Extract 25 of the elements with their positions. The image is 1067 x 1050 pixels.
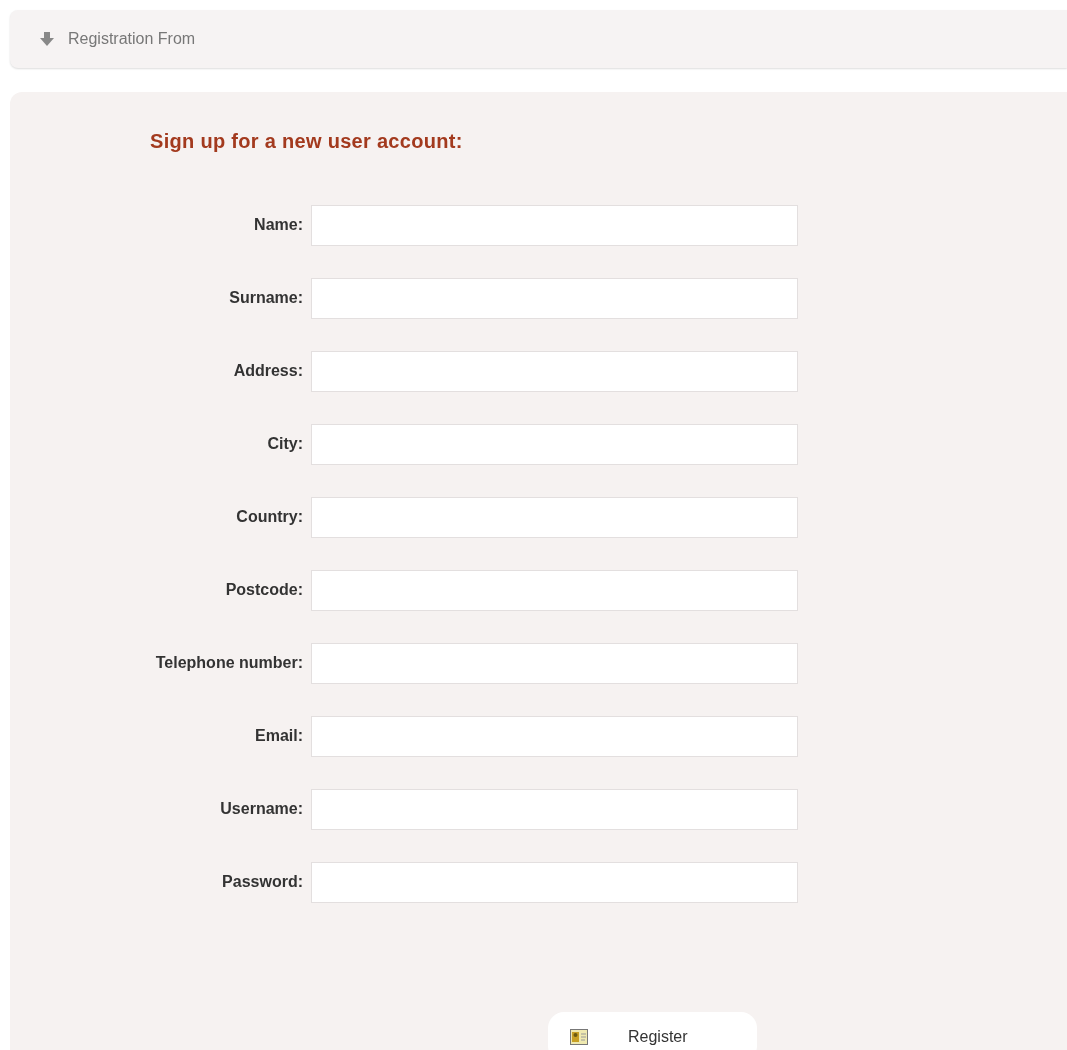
- input-field[interactable]: [311, 643, 798, 684]
- input-field[interactable]: [311, 716, 798, 757]
- field-label: Password:: [221, 872, 303, 892]
- field-label: Username:: [219, 799, 303, 819]
- form-heading: Sign up for a new user account:: [150, 130, 464, 153]
- input-field[interactable]: [311, 789, 798, 830]
- field-label: Address:: [232, 361, 303, 381]
- field-label: Postcode:: [224, 580, 303, 600]
- input-field[interactable]: [311, 570, 798, 611]
- header-title: Registration From: [68, 30, 196, 48]
- input-field[interactable]: [311, 205, 798, 246]
- input-field[interactable]: [311, 278, 798, 319]
- register-button[interactable]: Register: [548, 1012, 757, 1050]
- field-label: Surname:: [228, 288, 303, 308]
- download-arrow-icon: [40, 31, 54, 47]
- field-label: Name:: [253, 215, 303, 235]
- id-card-icon: [570, 1029, 588, 1045]
- input-field[interactable]: [311, 497, 798, 538]
- field-label: Email:: [254, 726, 303, 746]
- input-field[interactable]: [311, 351, 798, 392]
- field-label: City:: [266, 434, 303, 454]
- input-field[interactable]: [311, 862, 798, 903]
- input-field[interactable]: [311, 424, 798, 465]
- field-label: Telephone number:: [154, 653, 303, 673]
- field-label: Country:: [235, 507, 303, 527]
